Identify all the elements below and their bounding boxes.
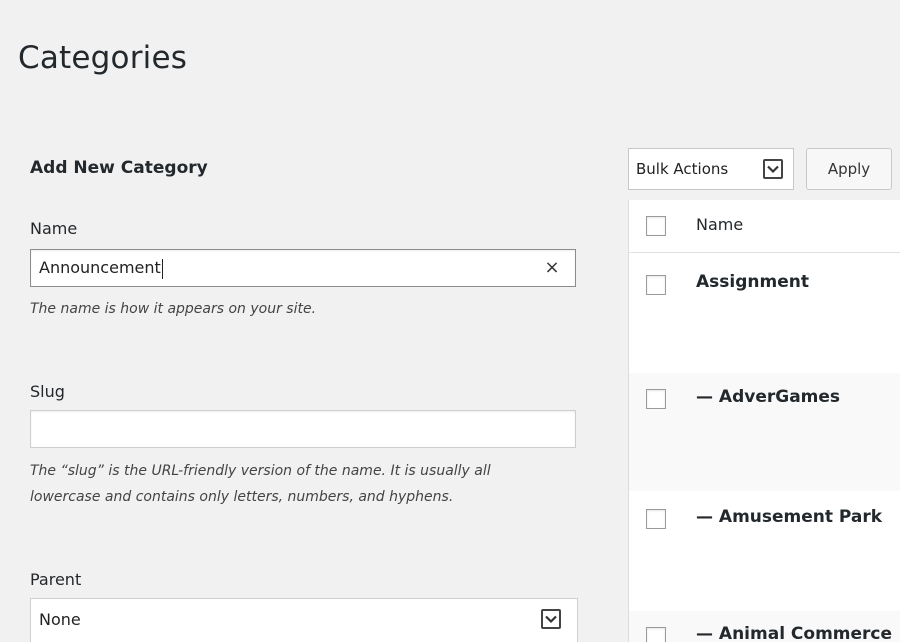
category-link[interactable]: — Amusement Park	[696, 507, 882, 527]
name-label: Name	[30, 219, 78, 238]
slug-hint-line2: lowercase and contains only letters, num…	[30, 489, 454, 505]
table-row: — Animal Commerce	[629, 611, 900, 642]
categories-table: Name Assignment — AdverGames — Amusement…	[628, 200, 900, 642]
column-header-name[interactable]: Name	[696, 215, 743, 234]
chevron-down-icon	[541, 609, 561, 629]
table-row: — AdverGames	[629, 373, 900, 491]
category-link[interactable]: Assignment	[696, 272, 809, 292]
clear-name-icon[interactable]: ×	[541, 257, 563, 279]
text-cursor	[161, 258, 163, 279]
parent-select-value: None	[39, 610, 81, 629]
row-checkbox[interactable]	[646, 627, 666, 642]
page-title: Categories	[18, 40, 188, 76]
parent-select[interactable]: None	[30, 598, 578, 642]
table-header: Name	[629, 200, 900, 253]
row-checkbox[interactable]	[646, 509, 666, 529]
name-input-value: Announcement	[39, 258, 163, 279]
category-link[interactable]: — Animal Commerce	[696, 624, 892, 642]
slug-hint-line1: The “slug” is the URL-friendly version o…	[30, 463, 491, 479]
bulk-actions-select[interactable]: Bulk Actions	[628, 148, 794, 190]
category-link[interactable]: — AdverGames	[696, 387, 840, 407]
table-row: Assignment	[629, 253, 900, 373]
select-all-checkbox[interactable]	[646, 216, 666, 236]
slug-input[interactable]	[30, 410, 576, 448]
name-hint: The name is how it appears on your site.	[30, 301, 317, 317]
slug-label: Slug	[30, 382, 65, 401]
parent-label: Parent	[30, 570, 82, 589]
bulk-actions-value: Bulk Actions	[636, 160, 729, 178]
apply-button[interactable]: Apply	[806, 148, 892, 190]
chevron-down-icon	[763, 159, 783, 179]
row-checkbox[interactable]	[646, 389, 666, 409]
table-row: — Amusement Park	[629, 491, 900, 611]
add-category-heading: Add New Category	[30, 158, 208, 178]
name-input[interactable]: Announcement	[30, 249, 576, 287]
row-checkbox[interactable]	[646, 275, 666, 295]
